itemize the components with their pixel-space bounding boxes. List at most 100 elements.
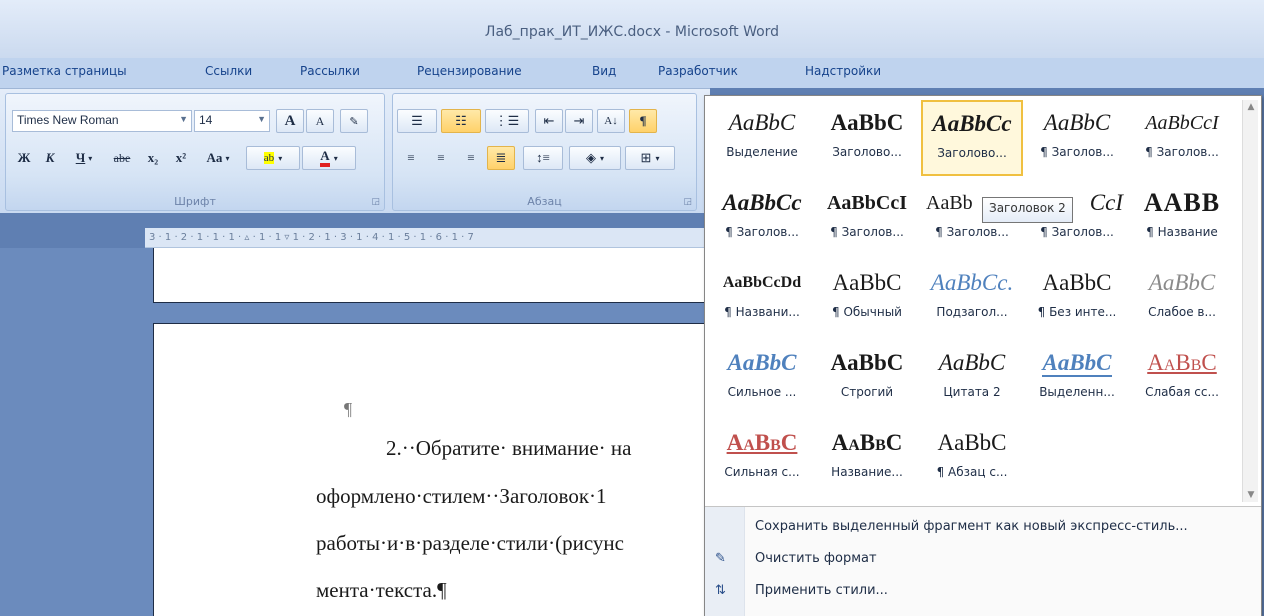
style-heading-1[interactable]: AaBbC Заголово...: [816, 100, 918, 176]
tab-page-layout[interactable]: Разметка страницы: [2, 64, 127, 78]
justify-icon: ≣: [495, 150, 507, 165]
change-case-button[interactable]: Aa ▾: [198, 146, 238, 170]
style-name: Слабая сс...: [1145, 385, 1219, 399]
style-no-spacing[interactable]: AaBbC ¶ Без инте...: [1026, 260, 1128, 336]
style-emphasis[interactable]: AaBbC Выделение: [711, 100, 813, 176]
style-name: ¶ Без инте...: [1037, 305, 1117, 319]
apply-styles-item[interactable]: Применить стили...: [755, 583, 888, 598]
decrease-indent-icon: ⇤: [543, 113, 555, 128]
style-heading-2[interactable]: AaBbCc Заголово...: [921, 100, 1023, 176]
clear-format-item[interactable]: Очистить формат: [755, 551, 877, 566]
tab-mailings[interactable]: Рассылки: [300, 64, 360, 78]
subscript-button[interactable]: x₂: [140, 146, 166, 170]
show-marks-button[interactable]: ¶: [629, 109, 657, 133]
font-name-combo[interactable]: Times New Roman ▼: [12, 110, 192, 132]
underline-icon: Ч: [75, 150, 86, 165]
highlight-button[interactable]: ab ▾: [246, 146, 300, 170]
style-heading-5[interactable]: AaBbCc ¶ Заголов...: [711, 180, 813, 256]
apply-styles-icon: ⇅: [715, 583, 726, 598]
shrink-font-button[interactable]: A: [306, 109, 334, 133]
increase-indent-button[interactable]: ⇥: [565, 109, 593, 133]
tab-developer[interactable]: Разработчик: [658, 64, 738, 78]
style-quote-2[interactable]: AaBbC Цитата 2: [921, 340, 1023, 416]
style-heading-4[interactable]: AaBbCcI ¶ Заголов...: [1131, 100, 1233, 176]
borders-button[interactable]: ⊞ ▾: [625, 146, 675, 170]
document-area[interactable]: ¶ 2.··Обратите· внимание· на оформлено·с…: [0, 248, 710, 616]
style-sample: AaBbC: [1042, 350, 1112, 377]
style-book-title[interactable]: AaBbC Название...: [816, 420, 918, 496]
style-name: Выделение: [726, 145, 798, 159]
window-title: Лаб_прак_ИТ_ИЖС.docx - Microsoft Word: [484, 24, 780, 40]
grow-font-button[interactable]: A: [276, 109, 304, 133]
dialog-launcher-icon[interactable]: ◲: [371, 197, 380, 207]
align-center-button[interactable]: ≡: [427, 146, 455, 170]
bullets-button[interactable]: ☰: [397, 109, 437, 133]
multilevel-list-button[interactable]: ⋮☰: [485, 109, 529, 133]
clear-formatting-button[interactable]: ✎: [340, 109, 368, 133]
style-list-paragraph[interactable]: AaBbC ¶ Абзац с...: [921, 420, 1023, 496]
font-color-button[interactable]: A ▾: [302, 146, 356, 170]
scroll-down-icon[interactable]: ▼: [1243, 490, 1259, 500]
sort-icon: A↓: [604, 115, 618, 127]
style-heading-3[interactable]: AaBbC ¶ Заголов...: [1026, 100, 1128, 176]
style-intense-reference[interactable]: AaBbC Сильная с...: [711, 420, 813, 496]
gallery-scrollbar[interactable]: ▲ ▼: [1242, 100, 1258, 502]
tab-references[interactable]: Ссылки: [205, 64, 252, 78]
tab-view[interactable]: Вид: [592, 64, 616, 78]
line-spacing-button[interactable]: ↕≡: [523, 146, 563, 170]
style-intense-quote[interactable]: AaBbC Выделенн...: [1026, 340, 1128, 416]
style-subtitle[interactable]: AaBbCc. Подзагол...: [921, 260, 1023, 336]
style-title[interactable]: AABB ¶ Название: [1131, 180, 1233, 256]
page[interactable]: ¶ 2.··Обратите· внимание· на оформлено·с…: [153, 323, 710, 616]
italic-button[interactable]: К: [38, 146, 62, 170]
tooltip-text: Заголовок 2: [989, 201, 1066, 215]
styles-grid: AaBbC Выделение AaBbC Заголово... AaBbCc За…: [711, 100, 1236, 502]
style-name: Строгий: [840, 385, 894, 399]
bold-button[interactable]: Ж: [12, 146, 36, 170]
style-sample: AaBbCc: [722, 190, 802, 215]
style-strong[interactable]: AaBbC Строгий: [816, 340, 918, 416]
style-name: Цитата 2: [943, 385, 1001, 399]
style-intense-emphasis[interactable]: AaBbC Сильное ...: [711, 340, 813, 416]
paragraph-group-label: Абзац: [527, 195, 562, 208]
style-name: Сильная с...: [724, 465, 800, 479]
style-sample: AaBbC: [938, 350, 1006, 375]
style-name: ¶ Названи...: [724, 305, 800, 319]
tab-addins[interactable]: Надстройки: [805, 64, 881, 78]
style-sample: AaBbC: [1043, 110, 1111, 135]
style-caption[interactable]: AaBbCcDd ¶ Названи...: [711, 260, 813, 336]
justify-button[interactable]: ≣: [487, 146, 515, 170]
style-normal[interactable]: AaBbC ¶ Обычный: [816, 260, 918, 336]
chevron-down-icon: ▾: [655, 153, 660, 163]
ribbon: Times New Roman ▼ 14 ▼ A A ✎ Ж К Ч ▾ abe …: [0, 88, 710, 213]
tab-review[interactable]: Рецензирование: [417, 64, 522, 78]
sort-button[interactable]: A↓: [597, 109, 625, 133]
align-left-button[interactable]: ≡: [397, 146, 425, 170]
font-size-value: 14: [199, 113, 213, 127]
strikethrough-button[interactable]: abe: [106, 146, 138, 170]
dialog-launcher-icon[interactable]: ◲: [683, 197, 692, 207]
style-sample: AaBbC: [832, 270, 902, 295]
style-name: ¶ Название: [1146, 225, 1218, 239]
style-name: Слабое в...: [1148, 305, 1216, 319]
style-subtle-emphasis[interactable]: AaBbC Слабое в...: [1131, 260, 1233, 336]
font-size-combo[interactable]: 14 ▼: [194, 110, 270, 132]
bold-icon: Ж: [17, 150, 31, 165]
doc-line-3: работы·и·в·разделе·стили·(рисунс: [316, 531, 624, 555]
style-heading-6[interactable]: AaBbCcI ¶ Заголов...: [816, 180, 918, 256]
style-name: Подзагол...: [936, 305, 1008, 319]
line-spacing-icon: ↕≡: [536, 150, 550, 165]
doc-line-1: 2.··Обратите· внимание· на: [386, 436, 632, 460]
decrease-indent-button[interactable]: ⇤: [535, 109, 563, 133]
save-as-quick-style-item[interactable]: Сохранить выделенный фрагмент как новый …: [755, 519, 1188, 534]
numbering-button[interactable]: ☷: [441, 109, 481, 133]
shading-button[interactable]: ◈ ▾: [569, 146, 621, 170]
superscript-button[interactable]: x²: [168, 146, 194, 170]
underline-button[interactable]: Ч ▾: [64, 146, 104, 170]
horizontal-ruler[interactable]: 3 · 1 · 2 · 1 · 1 · 1 · ▵ · 1 · 1 ▿ 1 · …: [145, 228, 710, 248]
chevron-down-icon: ▼: [257, 114, 266, 124]
doc-line-2: оформлено·стилем··Заголовок·1: [316, 484, 607, 508]
scroll-up-icon[interactable]: ▲: [1243, 102, 1259, 112]
style-subtle-reference[interactable]: AaBbC Слабая сс...: [1131, 340, 1233, 416]
align-right-button[interactable]: ≡: [457, 146, 485, 170]
